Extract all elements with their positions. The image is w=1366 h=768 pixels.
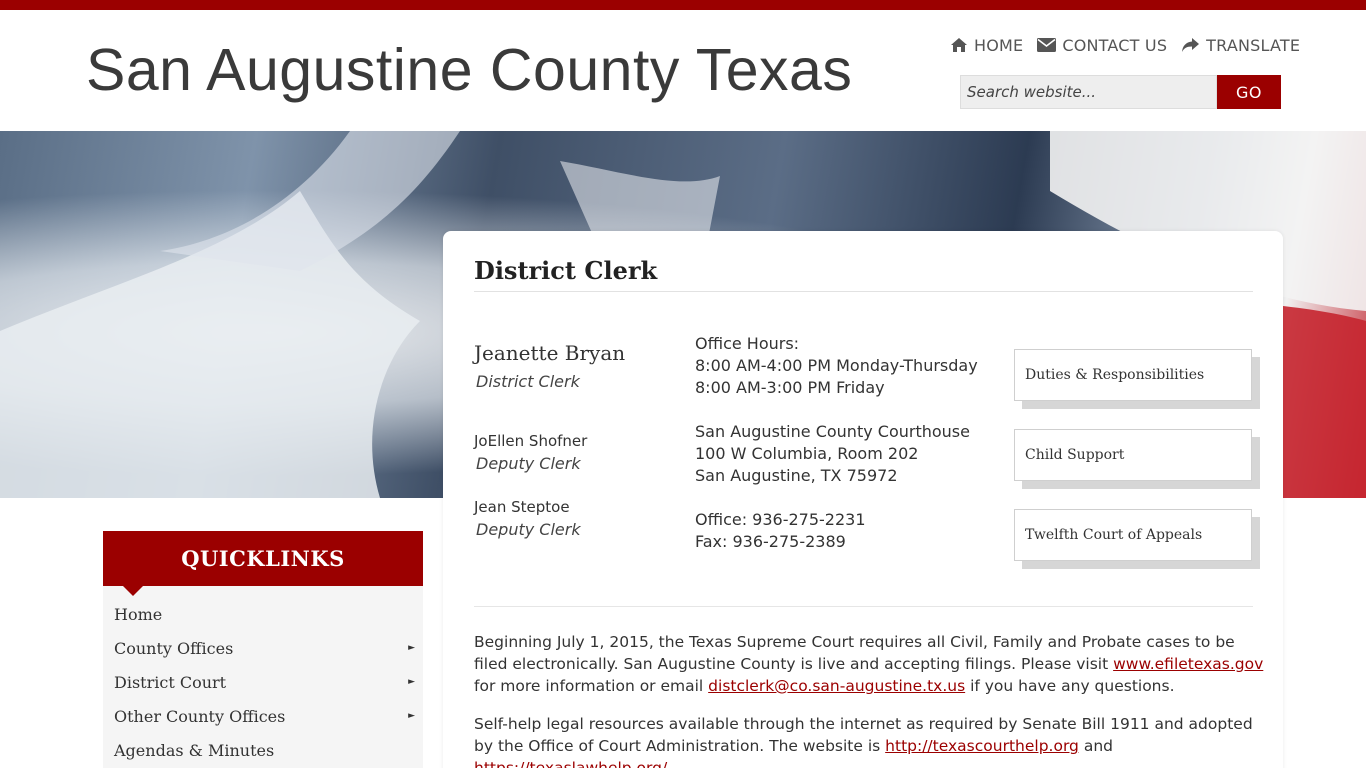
quicklink-home[interactable]: Home (103, 597, 423, 631)
quicklink-agendas-minutes[interactable]: Agendas & Minutes (103, 733, 423, 767)
self-help-notice: Self-help legal resources available thro… (474, 713, 1264, 768)
child-support-button[interactable]: Child Support (1014, 429, 1252, 481)
caret-right-icon: ► (408, 677, 415, 687)
office-address: San Augustine County Courthouse 100 W Co… (695, 421, 970, 487)
nav-home-label: HOME (974, 35, 1024, 55)
court-of-appeals-button[interactable]: Twelfth Court of Appeals (1014, 509, 1252, 561)
quicklink-district-court[interactable]: District Court ► (103, 665, 423, 699)
page-title: District Clerk (474, 256, 658, 285)
texaslawhelp-link[interactable]: https://texaslawhelp.org/ (474, 759, 667, 768)
duties-button[interactable]: Duties & Responsibilities (1014, 349, 1252, 401)
nav-home[interactable]: HOME (950, 36, 1023, 55)
office-hours-line: 8:00 AM-3:00 PM Friday (695, 378, 885, 397)
top-nav: HOME CONTACT US TRANSLATE (950, 34, 1300, 56)
quicklink-other-county-offices[interactable]: Other County Offices ► (103, 699, 423, 733)
office-phone: Office: 936-275-2231 (695, 510, 866, 529)
quicklink-label: County Offices (114, 638, 234, 658)
staff-name: JoEllen Shofner (474, 432, 588, 450)
staff-role-primary: District Clerk (476, 372, 580, 391)
share-arrow-icon (1181, 37, 1200, 53)
address-line: 100 W Columbia, Room 202 (695, 444, 919, 463)
quicklink-label: Agendas & Minutes (114, 740, 275, 760)
office-hours: Office Hours: 8:00 AM-4:00 PM Monday-Thu… (695, 333, 978, 399)
site-title[interactable]: San Augustine County Texas (86, 36, 852, 104)
quicklink-label: Home (114, 604, 163, 624)
staff-role: Deputy Clerk (476, 520, 581, 539)
self-help-text: and (1078, 737, 1113, 755)
quicklink-label: Other County Offices (114, 706, 286, 726)
search-input[interactable] (960, 75, 1217, 109)
efile-text: for more information or email (474, 677, 709, 695)
home-icon (950, 37, 968, 53)
self-help-text: Self-help legal resources available thro… (474, 715, 1253, 755)
staff-role: Deputy Clerk (476, 454, 581, 473)
efile-notice: Beginning July 1, 2015, the Texas Suprem… (474, 631, 1264, 697)
search-go-button[interactable]: GO (1217, 75, 1281, 109)
office-hours-label: Office Hours: (695, 334, 800, 353)
search-form: GO (960, 75, 1281, 109)
texascourthelp-link[interactable]: http://texascourthelp.org (885, 737, 1079, 755)
nav-contact[interactable]: CONTACT US (1037, 36, 1167, 55)
quicklinks-sidebar: QUICKLINKS Home County Offices ► Distric… (103, 531, 423, 768)
quicklink-label: District Court (114, 672, 227, 692)
top-accent-bar (0, 0, 1366, 10)
quicklinks-list: Home County Offices ► District Court ► O… (103, 586, 423, 767)
office-fax: Fax: 936-275-2389 (695, 532, 846, 551)
address-line: San Augustine County Courthouse (695, 422, 970, 441)
staff-name: Jean Steptoe (474, 498, 570, 516)
section-divider (474, 606, 1253, 607)
office-phones: Office: 936-275-2231 Fax: 936-275-2389 (695, 509, 866, 553)
efile-text: if you have any questions. (965, 677, 1175, 695)
caret-right-icon: ► (408, 711, 415, 721)
efiletexas-link[interactable]: www.efiletexas.gov (1113, 655, 1263, 673)
nav-contact-label: CONTACT US (1062, 35, 1168, 55)
quicklink-county-offices[interactable]: County Offices ► (103, 631, 423, 665)
staff-name-primary: Jeanette Bryan (474, 341, 626, 365)
caret-right-icon: ► (408, 643, 415, 653)
envelope-icon (1037, 38, 1057, 52)
quicklinks-heading: QUICKLINKS (103, 531, 423, 596)
office-hours-line: 8:00 AM-4:00 PM Monday-Thursday (695, 356, 978, 375)
nav-translate[interactable]: TRANSLATE (1181, 36, 1300, 55)
clerk-email-link[interactable]: distclerk@co.san-augustine.tx.us (708, 677, 965, 695)
title-divider (474, 291, 1253, 292)
address-line: San Augustine, TX 75972 (695, 466, 898, 485)
nav-translate-label: TRANSLATE (1206, 35, 1301, 55)
